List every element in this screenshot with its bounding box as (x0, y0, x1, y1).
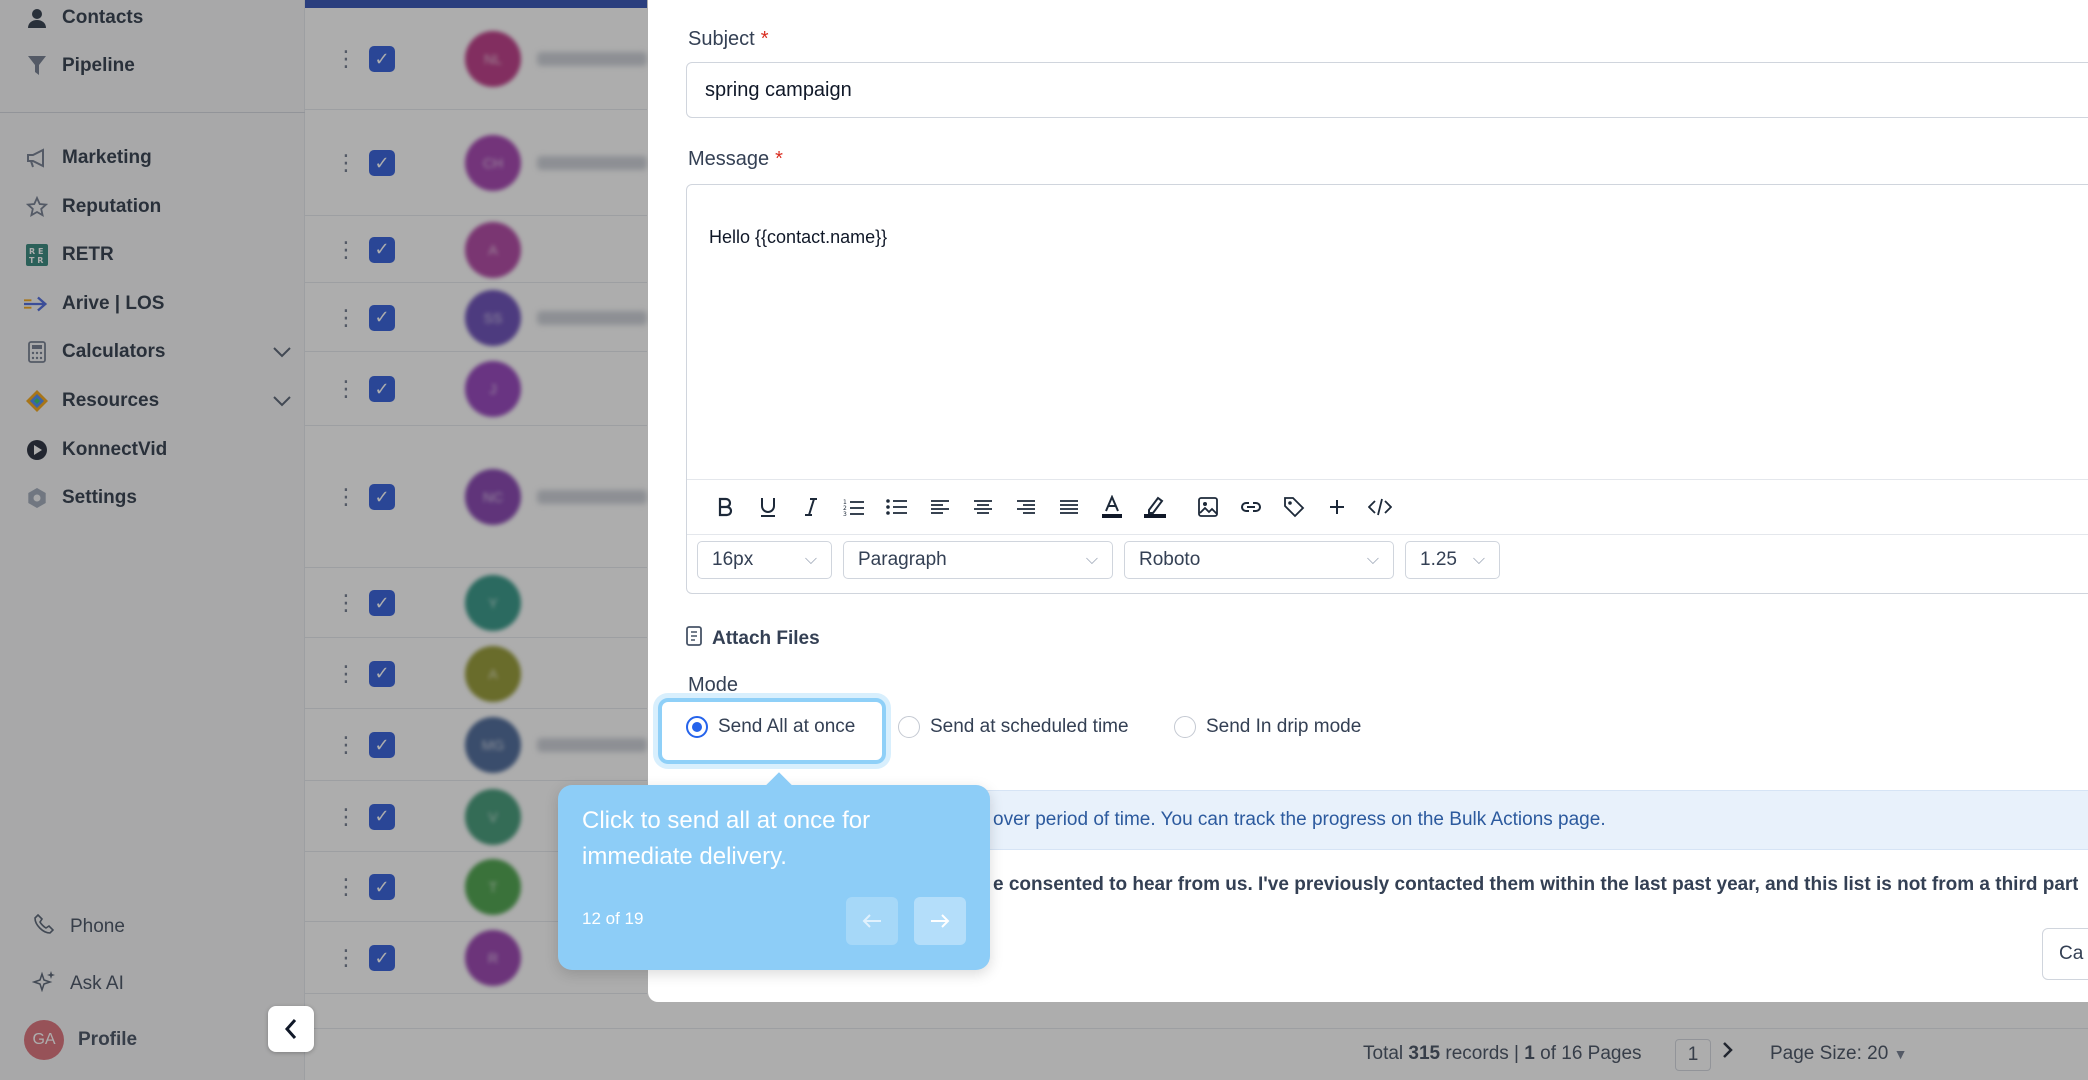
tour-step-counter: 12 of 19 (582, 909, 644, 928)
attach-files-label: Attach Files (712, 627, 820, 649)
radio-unselected[interactable] (1174, 716, 1196, 738)
info-text: over period of time. You can track the p… (993, 809, 1606, 830)
subject-label: Subject * (688, 28, 769, 50)
font-family-select[interactable]: Roboto ⌵ (1124, 541, 1394, 579)
arrow-right-icon (931, 914, 950, 928)
ordered-list-icon[interactable]: 123 (832, 489, 875, 525)
underline-icon[interactable] (746, 489, 789, 525)
link-icon[interactable] (1229, 489, 1272, 525)
chevron-down-icon: ⌵ (1085, 551, 1098, 568)
subject-input[interactable] (686, 62, 2088, 118)
mode-scheduled-radio[interactable]: Send at scheduled time (898, 716, 1129, 738)
text-color-icon[interactable] (1090, 489, 1133, 525)
message-body[interactable]: Hello {{contact.name}} (709, 227, 887, 248)
line-height-select[interactable]: 1.25 ⌵ (1405, 541, 1500, 579)
mode-label: Mode (688, 674, 739, 696)
block-style-select[interactable]: Paragraph ⌵ (843, 541, 1113, 579)
cancel-button[interactable]: Ca (2042, 928, 2088, 980)
collapse-sidebar-button[interactable] (268, 1006, 314, 1052)
align-center-icon[interactable] (961, 489, 1004, 525)
attach-files-button[interactable]: Attach Files (686, 626, 820, 651)
bold-icon[interactable] (703, 489, 746, 525)
chevron-left-icon (284, 1019, 297, 1039)
editor-toolbar: 123 (687, 479, 2088, 535)
radio-label: Send All at once (718, 716, 856, 737)
chevron-down-icon: ⌵ (1472, 551, 1485, 568)
align-right-icon[interactable] (1004, 489, 1047, 525)
image-icon[interactable] (1186, 489, 1229, 525)
tour-message: Click to send all at once for immediate … (582, 807, 871, 870)
arrow-left-icon (862, 914, 881, 928)
highlight-color-icon[interactable] (1133, 489, 1176, 525)
radio-selected[interactable] (686, 716, 708, 738)
svg-text:3: 3 (843, 511, 847, 516)
tour-next-button[interactable] (914, 897, 966, 945)
bullet-list-icon[interactable] (875, 489, 918, 525)
tag-icon[interactable] (1272, 489, 1315, 525)
attachment-icon (686, 626, 704, 651)
mode-send-all-radio[interactable]: Send All at once (686, 716, 855, 738)
align-left-icon[interactable] (918, 489, 961, 525)
mode-drip-radio[interactable]: Send In drip mode (1174, 716, 1361, 738)
radio-unselected[interactable] (898, 716, 920, 738)
plus-icon[interactable] (1315, 489, 1358, 525)
chevron-down-icon: ⌵ (1366, 551, 1379, 568)
message-label: Message * (688, 148, 783, 170)
font-size-select[interactable]: 16px ⌵ (697, 541, 832, 579)
tour-prev-button[interactable] (846, 897, 898, 945)
tour-tooltip: Click to send all at once for immediate … (558, 785, 990, 970)
consent-text: e consented to hear from us. I've previo… (993, 874, 2078, 895)
chevron-down-icon: ⌵ (804, 551, 817, 568)
align-justify-icon[interactable] (1047, 489, 1090, 525)
message-editor[interactable]: Hello {{contact.name}} 123 16px ⌵ Paragra… (686, 184, 2088, 594)
radio-label: Send at scheduled time (930, 716, 1129, 737)
radio-label: Send In drip mode (1206, 716, 1362, 737)
code-icon[interactable] (1358, 489, 1401, 525)
italic-icon[interactable] (789, 489, 832, 525)
